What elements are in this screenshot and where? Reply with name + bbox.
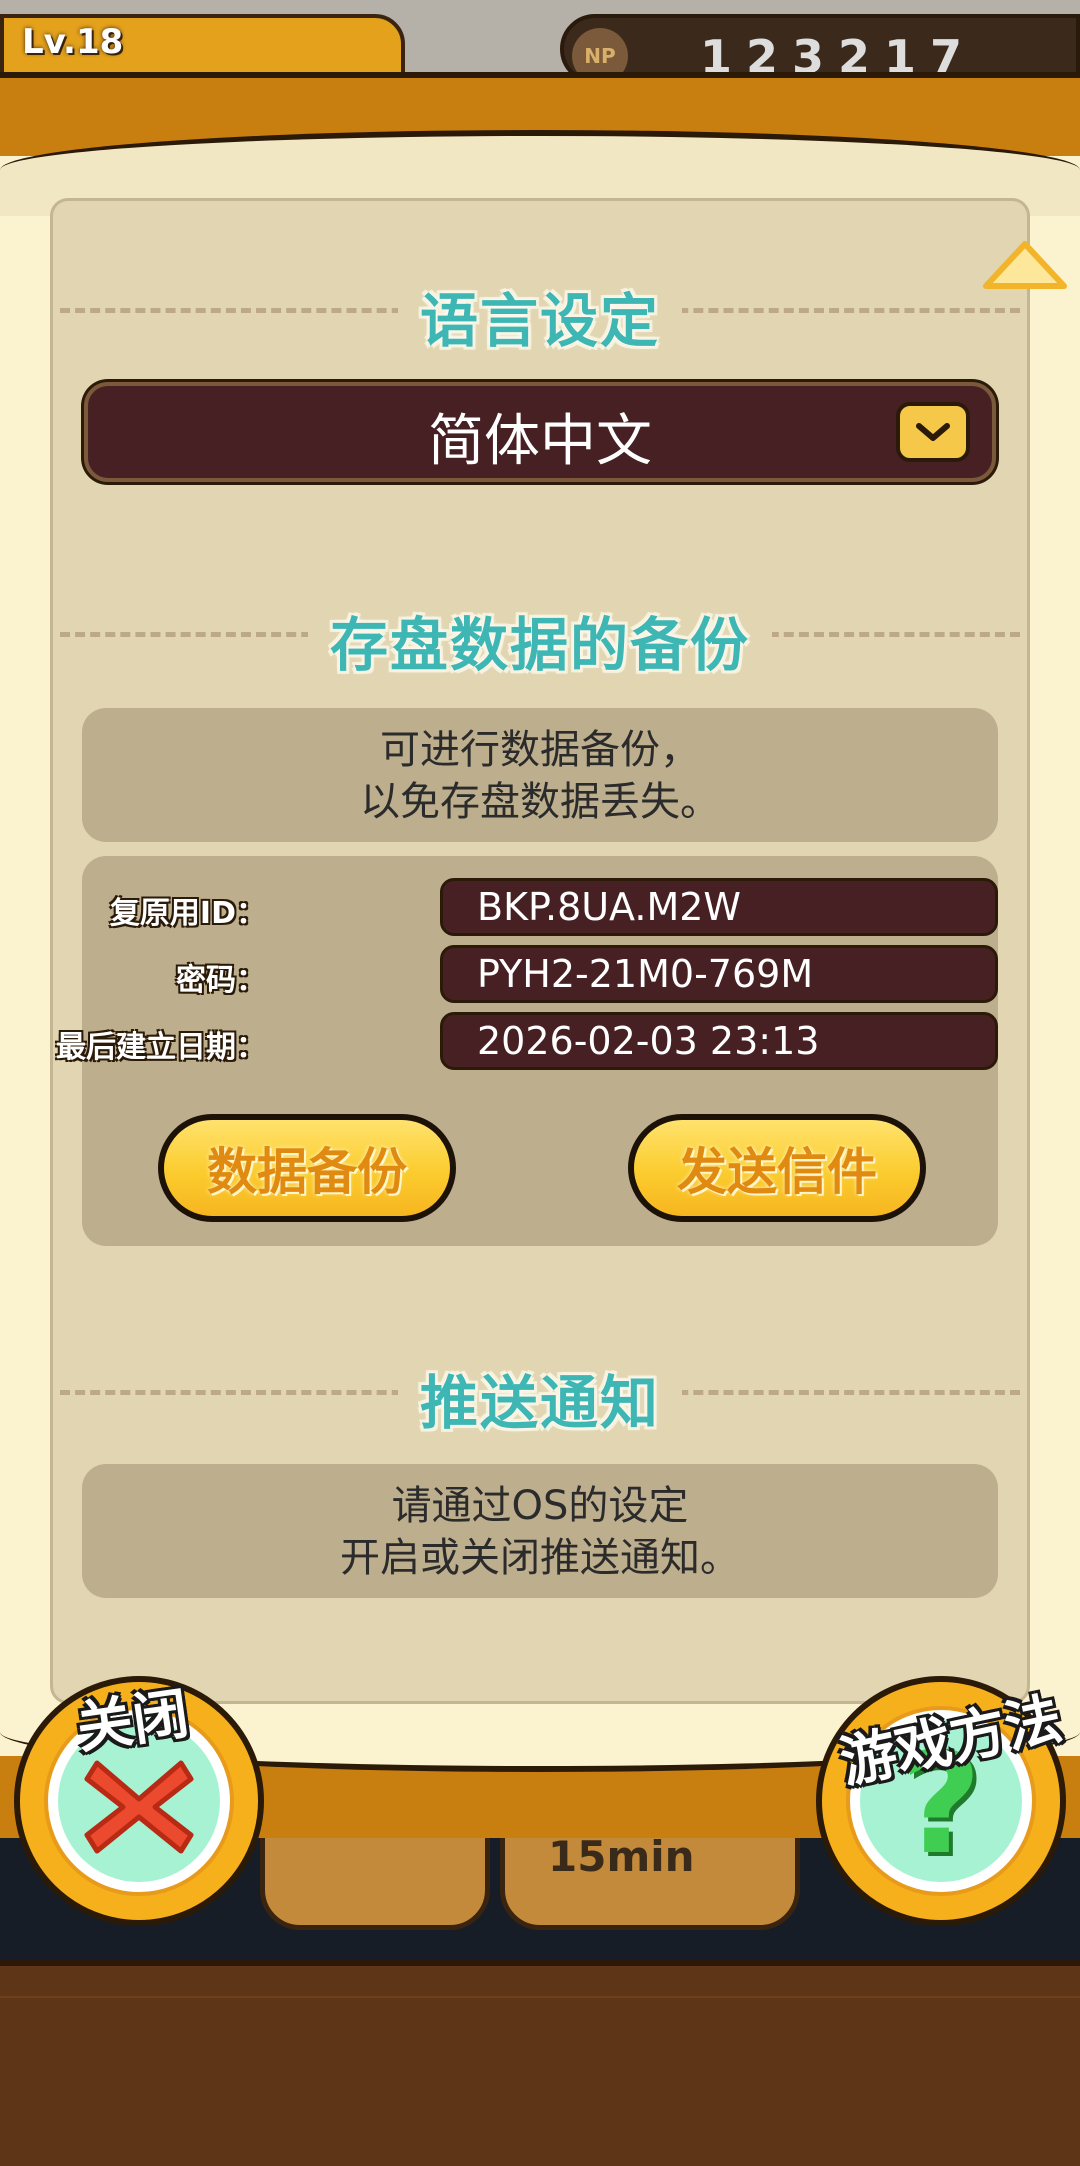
level-label: Lv.18 [22, 22, 124, 62]
backup-info-box: 可进行数据备份， 以免存盘数据丢失。 [82, 708, 998, 842]
wood-floor [0, 1960, 1080, 2166]
language-section-header: 语言设定 [60, 274, 1020, 355]
push-section-header: 推送通知 [60, 1356, 1020, 1437]
send-mail-button[interactable]: 发送信件 [628, 1114, 926, 1222]
backup-data-button[interactable]: 数据备份 [158, 1114, 456, 1222]
push-section-title: 推送通知 [397, 1369, 682, 1437]
close-icon [84, 1760, 194, 1854]
push-info-line: 开启或关闭推送通知。 [340, 1535, 740, 1581]
restore-id-label: 复原用ID： [109, 896, 266, 931]
backup-info-line: 以免存盘数据丢失。 [360, 779, 720, 825]
language-section-title: 语言设定 [397, 287, 682, 355]
close-label: 关闭 [72, 1681, 193, 1762]
last-date-label: 最后建立日期： [56, 1030, 266, 1065]
backup-details-box: 复原用ID： BKP.8UA.M2W 密码： PYH2-21M0-769M 最后… [56, 856, 998, 1246]
timer-label: 15min [548, 1832, 695, 1881]
language-selected-value: 简体中文 [428, 409, 652, 474]
backup-section-title: 存盘数据的备份 [307, 611, 772, 679]
backup-info-line: 可进行数据备份， [380, 727, 700, 773]
restore-id-value: BKP.8UA.M2W [440, 878, 998, 936]
backup-section-header: 存盘数据的备份 [60, 598, 1020, 679]
chevron-down-icon[interactable] [896, 402, 970, 462]
password-label: 密码： [176, 963, 266, 998]
push-info-line: 请通过OS的设定 [391, 1483, 689, 1529]
password-value: PYH2-21M0-769M [440, 945, 998, 1003]
last-date-value: 2026-02-03 23:13 [440, 1012, 998, 1070]
language-dropdown[interactable]: 简体中文 [84, 382, 996, 482]
push-info-box: 请通过OS的设定 开启或关闭推送通知。 [82, 1464, 998, 1598]
